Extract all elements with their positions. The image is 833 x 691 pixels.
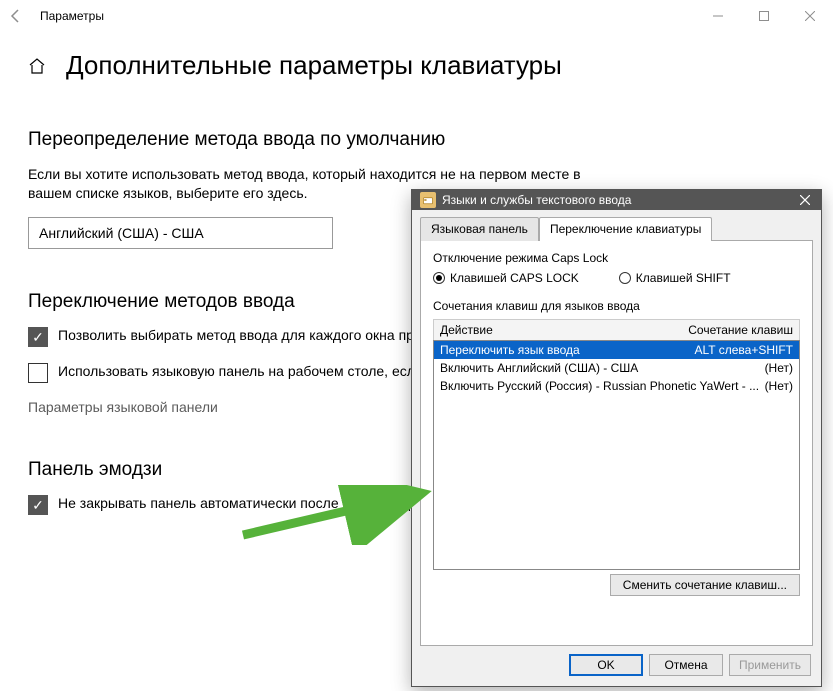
maximize-button[interactable] bbox=[741, 0, 787, 32]
home-icon[interactable] bbox=[28, 57, 46, 75]
list-hotkey: (Нет) bbox=[765, 379, 793, 393]
text-services-dialog: Языки и службы текстового ввода Языковая… bbox=[411, 189, 822, 687]
default-input-method-dropdown[interactable]: Английский (США) - США bbox=[28, 217, 333, 249]
radio-shift-label: Клавишей SHIFT bbox=[636, 271, 731, 285]
check-icon: ✓ bbox=[32, 498, 44, 512]
dialog-titlebar[interactable]: Языки и службы текстового ввода bbox=[412, 190, 821, 210]
hotkeys-section-label: Сочетания клавиш для языков ввода bbox=[433, 299, 800, 313]
col-action: Действие bbox=[440, 323, 493, 337]
col-hotkey: Сочетание клавиш bbox=[688, 323, 793, 337]
radio-capslock-label: Клавишей CAPS LOCK bbox=[450, 271, 579, 285]
hotkeys-list[interactable]: Переключить язык ввода ALT слева+SHIFT В… bbox=[433, 340, 800, 570]
dropdown-value: Английский (США) - США bbox=[39, 225, 204, 241]
hotkeys-list-header: Действие Сочетание клавиш bbox=[433, 319, 800, 340]
section-override-heading: Переопределение метода ввода по умолчани… bbox=[28, 129, 813, 151]
list-hotkey: ALT слева+SHIFT bbox=[695, 343, 794, 357]
list-hotkey: (Нет) bbox=[765, 361, 793, 375]
checkbox-per-app-input[interactable]: ✓ bbox=[28, 327, 48, 347]
change-hotkey-button[interactable]: Сменить сочетание клавиш... bbox=[610, 574, 800, 596]
dialog-title: Языки и службы текстового ввода bbox=[442, 193, 631, 207]
apply-button[interactable]: Применить bbox=[729, 654, 811, 676]
list-action: Включить Английский (США) - США bbox=[440, 361, 638, 375]
dialog-title-icon bbox=[420, 192, 436, 208]
ok-button[interactable]: OK bbox=[569, 654, 643, 676]
close-button[interactable] bbox=[787, 0, 833, 32]
checkbox-emoji-stay-open-label: Не закрывать панель автоматически после … bbox=[58, 495, 431, 511]
dialog-close-button[interactable] bbox=[795, 190, 815, 210]
minimize-button[interactable] bbox=[695, 0, 741, 32]
check-icon: ✓ bbox=[32, 330, 44, 344]
page-title: Дополнительные параметры клавиатуры bbox=[66, 50, 562, 81]
checkbox-emoji-stay-open[interactable]: ✓ bbox=[28, 495, 48, 515]
checkbox-language-bar[interactable] bbox=[28, 363, 48, 383]
back-button[interactable] bbox=[8, 8, 24, 24]
tab-language-panel[interactable]: Языковая панель bbox=[420, 217, 539, 241]
list-action: Включить Русский (Россия) - Russian Phon… bbox=[440, 379, 759, 393]
radio-shift[interactable]: Клавишей SHIFT bbox=[619, 271, 731, 285]
radio-capslock[interactable]: Клавишей CAPS LOCK bbox=[433, 271, 579, 285]
list-action: Переключить язык ввода bbox=[440, 343, 580, 357]
radio-dot-icon bbox=[433, 272, 445, 284]
cancel-button[interactable]: Отмена bbox=[649, 654, 723, 676]
radio-dot-icon bbox=[619, 272, 631, 284]
tab-keyboard-switch[interactable]: Переключение клавиатуры bbox=[539, 217, 712, 241]
list-item[interactable]: Переключить язык ввода ALT слева+SHIFT bbox=[434, 341, 799, 359]
settings-titlebar: Параметры bbox=[0, 0, 833, 32]
window-title: Параметры bbox=[40, 9, 104, 23]
list-item[interactable]: Включить Английский (США) - США (Нет) bbox=[434, 359, 799, 377]
caps-section-label: Отключение режима Caps Lock bbox=[433, 251, 800, 265]
list-item[interactable]: Включить Русский (Россия) - Russian Phon… bbox=[434, 377, 799, 395]
